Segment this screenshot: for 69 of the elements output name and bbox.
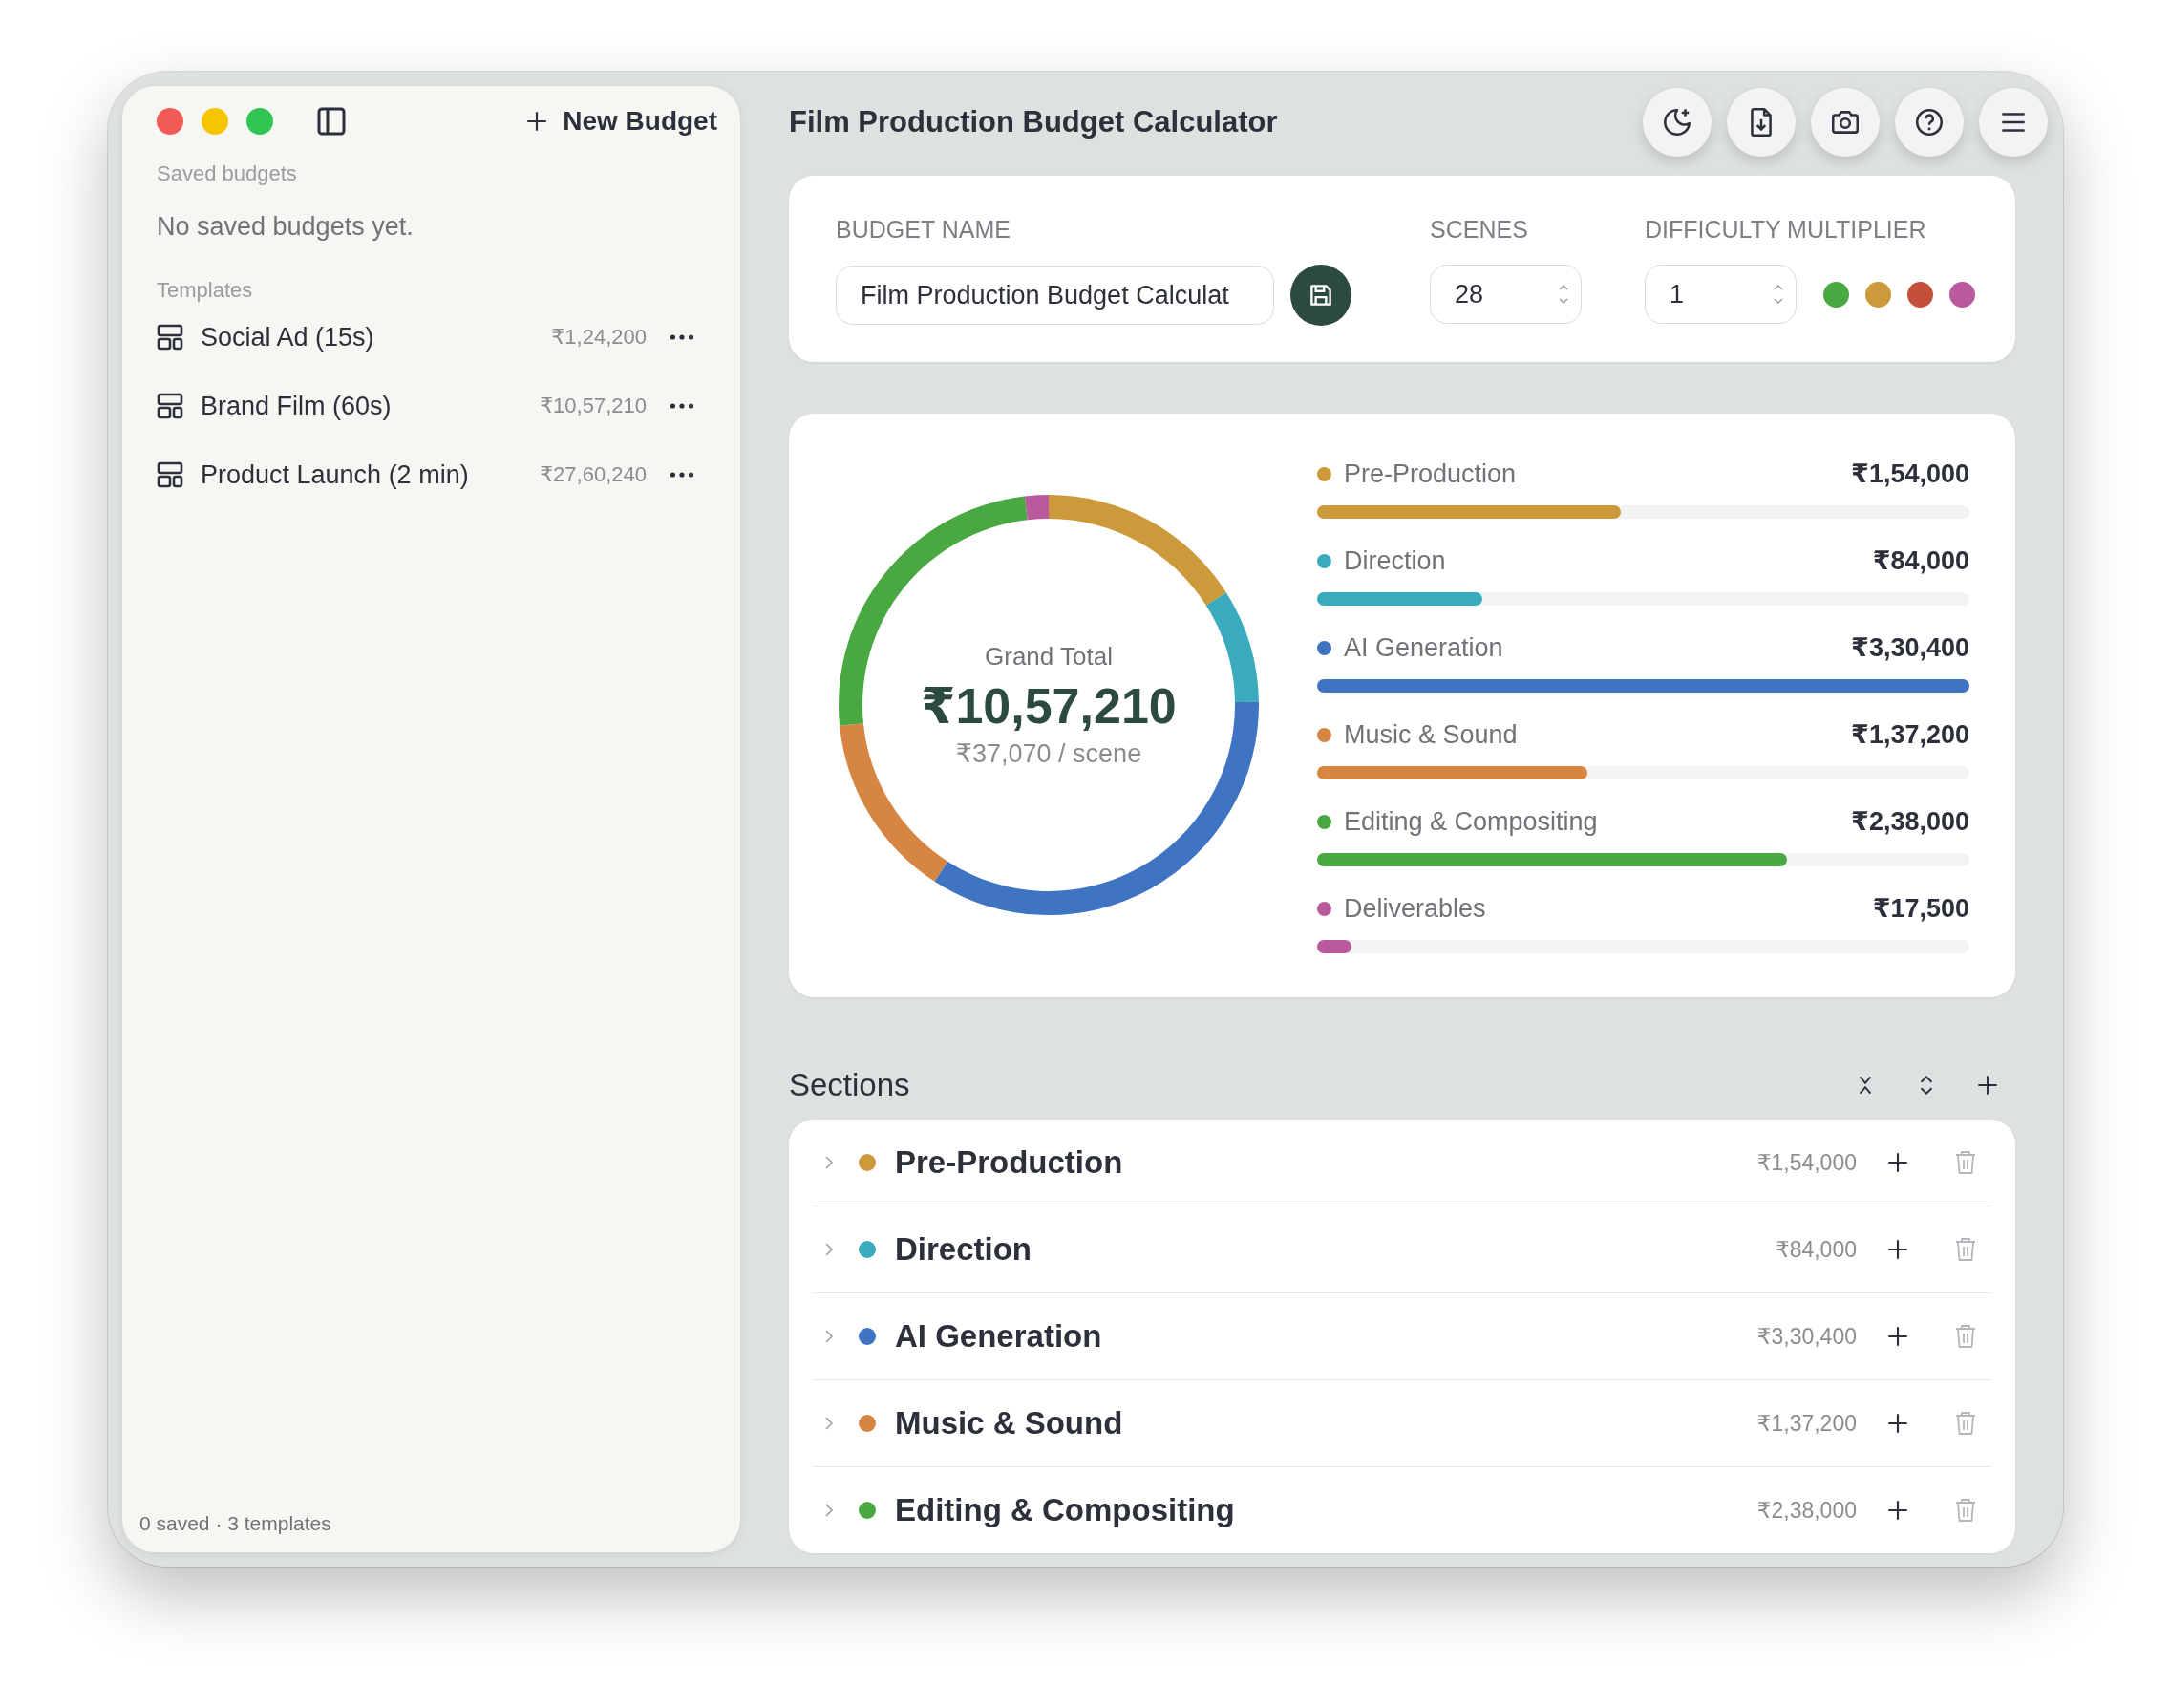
theme-button[interactable] bbox=[1643, 88, 1712, 157]
field-label: SCENES bbox=[1430, 216, 1529, 244]
color-swatch[interactable] bbox=[1865, 281, 1891, 308]
category-amount: ₹1,54,000 bbox=[1851, 459, 1969, 489]
close-button[interactable] bbox=[157, 108, 183, 135]
add-icon[interactable] bbox=[1885, 1324, 1910, 1349]
more-icon[interactable] bbox=[670, 402, 694, 410]
category-name: Editing & Compositing bbox=[1344, 806, 1598, 837]
export-button[interactable] bbox=[1727, 88, 1796, 157]
section-amount: ₹1,54,000 bbox=[1756, 1149, 1857, 1176]
menu-button[interactable] bbox=[1979, 88, 2048, 157]
category-name: Pre-Production bbox=[1344, 459, 1517, 489]
help-button[interactable] bbox=[1895, 88, 1964, 157]
budget-name-field[interactable]: Film Production Budget Calculat bbox=[836, 266, 1274, 325]
category-amount: ₹17,500 bbox=[1872, 893, 1969, 924]
more-icon[interactable] bbox=[670, 471, 694, 479]
category-name: AI Generation bbox=[1344, 632, 1503, 663]
per-scene-cost: ₹37,070 / scene bbox=[955, 737, 1142, 769]
category-name: Direction bbox=[1344, 545, 1446, 576]
section-amount: ₹2,38,000 bbox=[1756, 1497, 1857, 1524]
total-label: Grand Total bbox=[985, 641, 1113, 672]
category-amount: ₹1,37,200 bbox=[1851, 719, 1969, 750]
window-title: Film Production Budget Calculator bbox=[789, 105, 1278, 139]
template-total: ₹1,24,200 bbox=[551, 325, 647, 350]
field-label: BUDGET NAME bbox=[836, 216, 1011, 244]
sidebar-toggle-icon[interactable] bbox=[316, 106, 347, 137]
add-icon[interactable] bbox=[1975, 1073, 2000, 1098]
category-name: Deliverables bbox=[1344, 893, 1486, 924]
add-icon[interactable] bbox=[1885, 1150, 1910, 1175]
section-amount: ₹3,30,400 bbox=[1756, 1323, 1857, 1350]
layout-icon bbox=[157, 393, 183, 419]
scenes-field[interactable]: 28 bbox=[1430, 265, 1582, 324]
section-name[interactable]: Pre-Production bbox=[895, 1144, 1123, 1181]
more-icon[interactable] bbox=[670, 333, 694, 341]
category-amount: ₹84,000 bbox=[1872, 545, 1969, 576]
layout-icon bbox=[157, 461, 183, 488]
section-amount: ₹1,37,200 bbox=[1756, 1410, 1857, 1437]
add-icon[interactable] bbox=[1885, 1411, 1910, 1436]
template-item[interactable]: Product Launch (2 min) bbox=[201, 459, 469, 490]
section-heading: Templates bbox=[157, 278, 254, 303]
section-name[interactable]: Direction bbox=[895, 1231, 1032, 1268]
sections-title: Sections bbox=[789, 1067, 910, 1103]
category-name: Music & Sound bbox=[1344, 719, 1518, 750]
sidebar-footer: 0 saved · 3 templates bbox=[139, 1512, 717, 1535]
empty-message: No saved budgets yet. bbox=[157, 212, 415, 242]
add-icon[interactable] bbox=[1885, 1237, 1910, 1262]
category-amount: ₹3,30,400 bbox=[1851, 632, 1969, 663]
screenshot-button[interactable] bbox=[1811, 88, 1880, 157]
difficulty-field[interactable]: 1 bbox=[1645, 265, 1797, 324]
category-amount: ₹2,38,000 bbox=[1851, 806, 1969, 837]
template-item[interactable]: Brand Film (60s) bbox=[201, 391, 392, 421]
section-amount: ₹84,000 bbox=[1776, 1236, 1857, 1263]
field-label: DIFFICULTY MULTIPLIER bbox=[1645, 216, 1927, 244]
section-name[interactable]: AI Generation bbox=[895, 1318, 1102, 1355]
layout-icon bbox=[157, 324, 183, 351]
section-heading: Saved budgets bbox=[157, 161, 298, 186]
section-name[interactable]: Music & Sound bbox=[895, 1405, 1123, 1441]
color-swatch[interactable] bbox=[1949, 281, 1975, 308]
template-item[interactable]: Social Ad (15s) bbox=[201, 322, 374, 352]
color-swatch[interactable] bbox=[1823, 281, 1849, 308]
grand-total: ₹10,57,210 bbox=[921, 676, 1177, 735]
section-name[interactable]: Editing & Compositing bbox=[895, 1492, 1235, 1528]
help-icon bbox=[1913, 106, 1946, 139]
new-budget-button[interactable]: New Budget bbox=[524, 106, 717, 137]
color-swatch[interactable] bbox=[1907, 281, 1933, 308]
template-total: ₹10,57,210 bbox=[540, 394, 647, 418]
template-total: ₹27,60,240 bbox=[540, 462, 647, 487]
moon-icon bbox=[1661, 106, 1693, 139]
add-icon[interactable] bbox=[1885, 1498, 1910, 1523]
